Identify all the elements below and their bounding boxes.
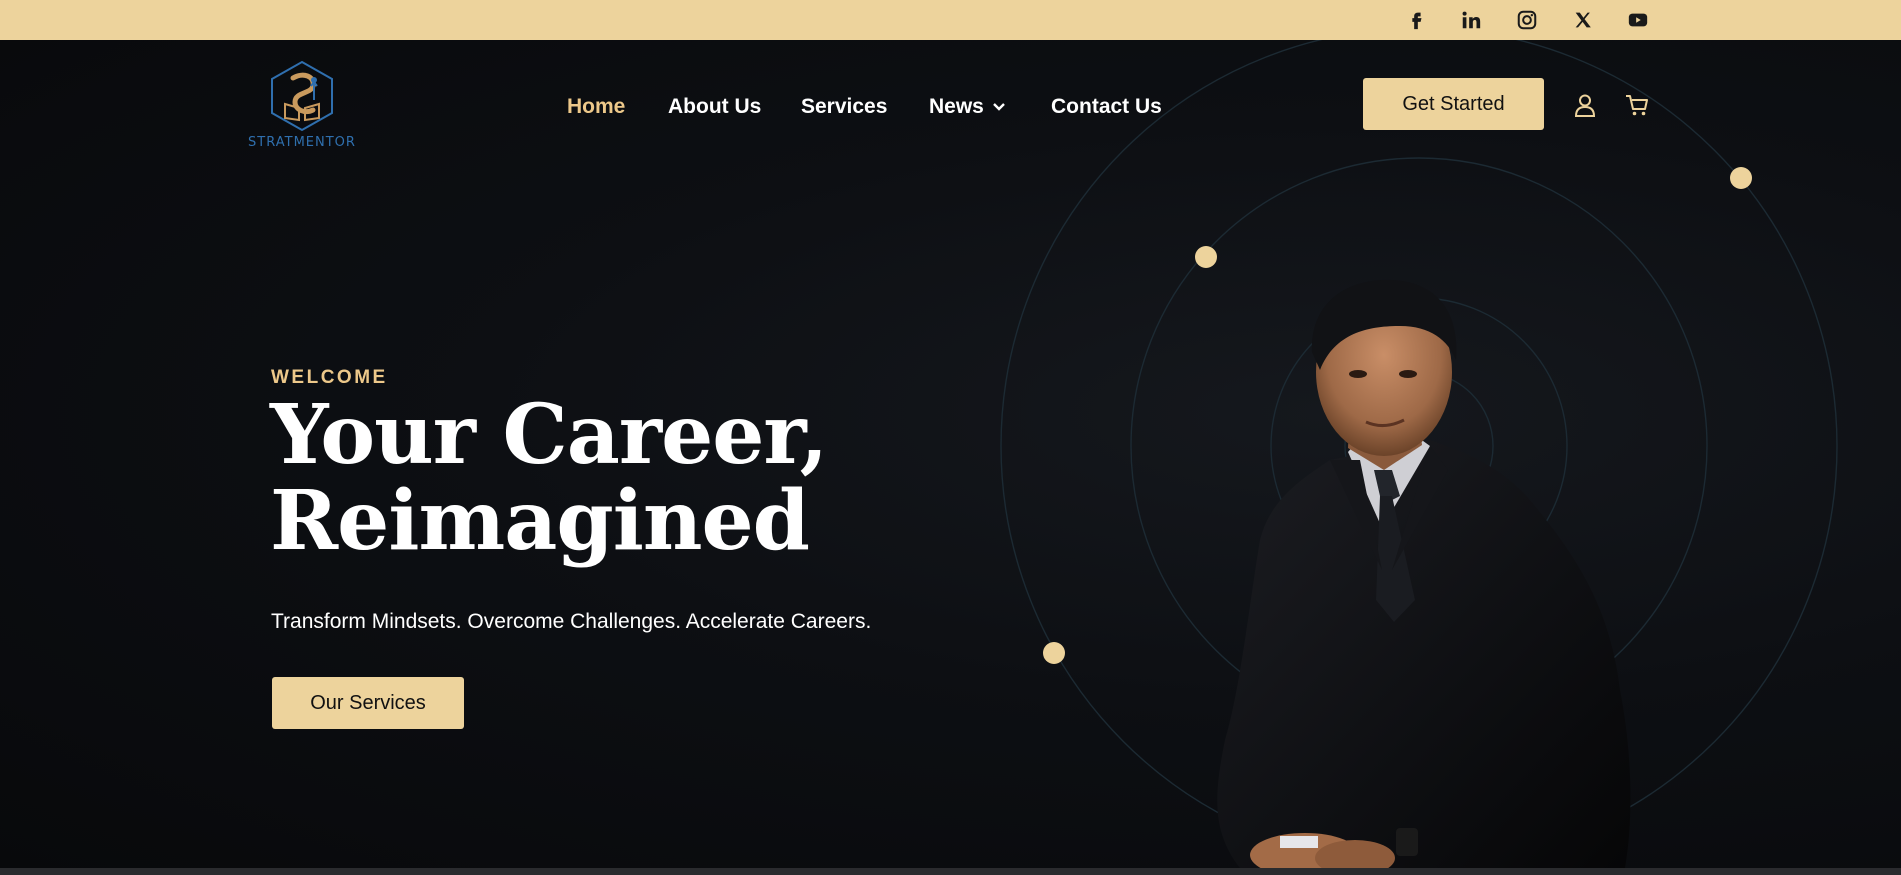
logo-emblem-icon [271, 60, 333, 132]
x-icon[interactable] [1569, 0, 1597, 40]
hero-title-line-2: Reimagined [270, 473, 810, 569]
nav-link-services[interactable]: Services [801, 95, 887, 119]
hero-title-line-1: Your Career, [270, 387, 828, 483]
nav-item-services[interactable]: Services [801, 92, 887, 122]
social-topbar [0, 0, 1901, 40]
nav-link-contact[interactable]: Contact Us [1051, 95, 1162, 119]
nav-link-about[interactable]: About Us [668, 95, 761, 119]
get-started-button[interactable]: Get Started [1363, 78, 1544, 130]
nav-link-home[interactable]: Home [567, 95, 625, 119]
user-icon[interactable] [1572, 92, 1598, 118]
chevron-down-icon[interactable] [993, 98, 1005, 116]
hero-title: Your Career, Reimagined [270, 392, 970, 564]
logo-text: STRATMENTOR [248, 135, 356, 150]
mentor-portrait [1217, 279, 1631, 868]
hero-section: STRATMENTOR Home About Us Services News … [0, 40, 1901, 868]
our-services-button[interactable]: Our Services [272, 677, 464, 729]
nav-item-home[interactable]: Home [567, 92, 625, 122]
youtube-icon[interactable] [1624, 0, 1652, 40]
nav-item-contact[interactable]: Contact Us [1051, 92, 1162, 122]
linkedin-icon[interactable] [1457, 0, 1485, 40]
nav-item-about[interactable]: About Us [668, 92, 761, 122]
nav-link-news[interactable]: News [929, 95, 984, 119]
instagram-icon[interactable] [1513, 0, 1541, 40]
hero-eyebrow: WELCOME [271, 367, 388, 388]
cart-icon[interactable] [1624, 92, 1650, 118]
facebook-icon[interactable] [1402, 0, 1430, 40]
nav-item-news[interactable]: News [929, 92, 1005, 122]
stratmentor-logo[interactable]: STRATMENTOR [242, 60, 362, 160]
hero-subtitle: Transform Mindsets. Overcome Challenges.… [271, 610, 872, 633]
bottom-divider [0, 868, 1901, 875]
